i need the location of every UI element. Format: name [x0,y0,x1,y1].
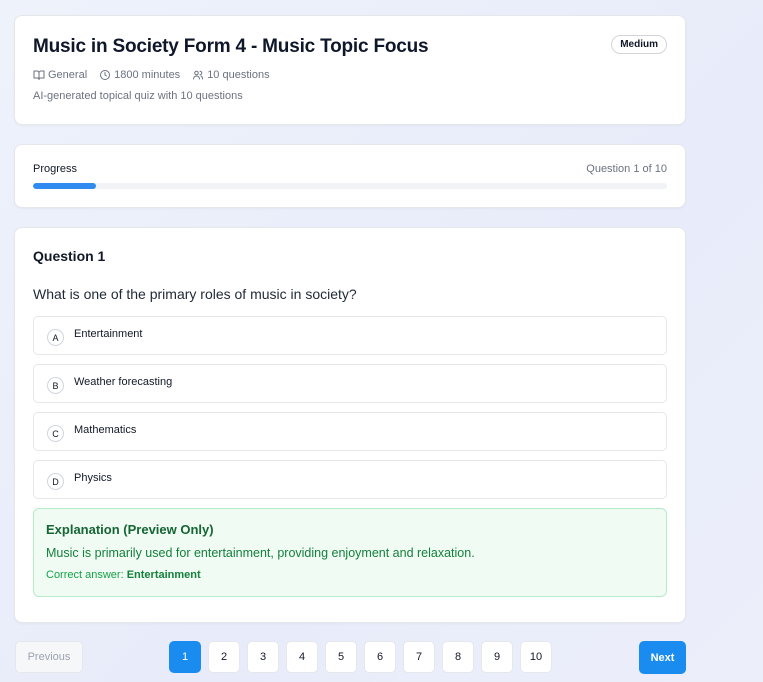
meta-subject-text: General [48,69,88,81]
option-text: Weather forecasting [74,375,173,388]
page-button-7[interactable]: 7 [403,641,435,673]
page-button-8[interactable]: 8 [442,641,474,673]
quiz-header-card: Music in Society Form 4 - Music Topic Fo… [14,15,686,125]
explanation-text: Music is primarily used for entertainmen… [46,546,475,560]
option-text: Physics [74,471,112,484]
meta-questions: 10 questions [192,69,270,81]
page-button-3[interactable]: 3 [247,641,279,673]
page-button-9[interactable]: 9 [481,641,513,673]
meta-subject: General [33,69,87,81]
option-letter-badge: D [47,473,64,490]
difficulty-badge: Medium [611,35,667,54]
correct-answer-value: Entertainment [126,569,201,581]
meta-duration-text: 1800 minutes [114,69,181,81]
clock-icon [100,70,111,80]
option-letter-badge: C [47,425,64,442]
option-b[interactable]: B Weather forecasting [33,364,667,403]
progress-card: Progress Question 1 of 10 [14,144,686,208]
next-button[interactable]: Next [639,641,686,674]
question-text: What is one of the primary roles of musi… [33,286,357,302]
option-text: Mathematics [74,423,137,436]
option-a[interactable]: A Entertainment [33,316,667,355]
previous-button[interactable]: Previous [15,641,83,673]
explanation-box: Explanation (Preview Only) Music is prim… [33,508,667,597]
page-button-1[interactable]: 1 [169,641,201,673]
meta-questions-text: 10 questions [207,69,270,81]
book-icon [33,70,45,80]
progress-label: Progress [33,163,78,175]
page-button-2[interactable]: 2 [208,641,240,673]
users-icon [193,70,204,80]
option-letter-badge: A [47,329,64,346]
page-button-10[interactable]: 10 [520,641,552,673]
correct-answer-line: Correct answer: Entertainment [46,569,654,581]
progress-counter: Question 1 of 10 [586,163,667,175]
question-card: Question 1 What is one of the primary ro… [14,227,686,623]
page-button-5[interactable]: 5 [325,641,357,673]
correct-answer-label: Correct answer: [46,569,127,581]
option-c[interactable]: C Mathematics [33,412,667,451]
option-text: Entertainment [74,327,143,340]
option-letter-badge: B [47,377,64,394]
progress-bar-fill [33,183,97,189]
page-button-4[interactable]: 4 [286,641,318,673]
meta-duration: 1800 minutes [99,69,180,81]
progress-bar [33,183,667,189]
question-pager: 1 2 3 4 5 6 7 8 9 10 [169,641,559,673]
quiz-description: AI-generated topical quiz with 10 questi… [33,90,243,102]
question-number: Question 1 [33,248,106,264]
answer-options: A Entertainment B Weather forecasting C … [33,316,667,499]
progress-header: Progress Question 1 of 10 [33,163,667,175]
quiz-meta: General 1800 minutes 10 questions [33,69,667,81]
explanation-title: Explanation (Preview Only) [46,522,214,537]
option-d[interactable]: D Physics [33,460,667,499]
quiz-title: Music in Society Form 4 - Music Topic Fo… [33,36,429,57]
page-button-6[interactable]: 6 [364,641,396,673]
